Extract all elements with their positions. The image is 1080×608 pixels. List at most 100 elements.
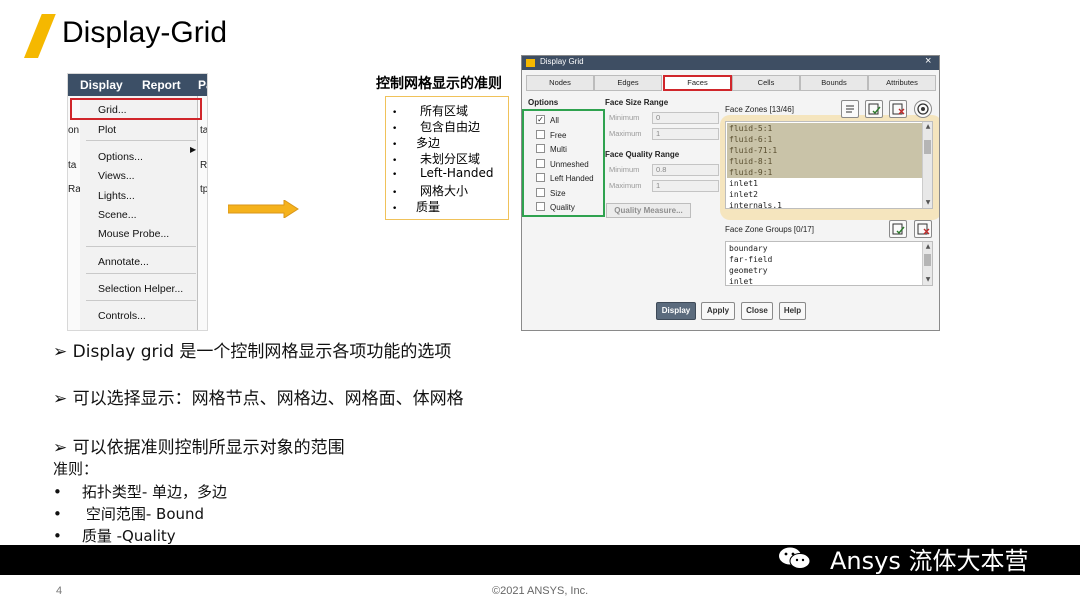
scroll-up-icon[interactable]: ▲ (923, 242, 932, 252)
right-arrow-icon (228, 200, 299, 218)
face-size-min-field[interactable]: 0 (652, 112, 719, 124)
menu-item-lights[interactable]: Lights... (98, 190, 135, 202)
list-item[interactable]: fluid-6:1 (727, 134, 923, 145)
criteria-item: • 包含自由边 (392, 120, 481, 134)
apply-button[interactable]: Apply (701, 302, 735, 320)
scroll-up-icon[interactable]: ▲ (923, 122, 932, 132)
list-item[interactable]: fluid-71:1 (727, 145, 923, 156)
list-item[interactable]: inlet1 (729, 178, 758, 189)
criteria-line: • 空间范围- Bound (53, 505, 205, 523)
filter-icon[interactable] (914, 100, 932, 118)
menu-item-views[interactable]: Views... (98, 170, 135, 182)
scroll-down-icon[interactable]: ▼ (923, 198, 932, 208)
close-button[interactable]: Close (741, 302, 773, 320)
list-item[interactable]: far-field (729, 254, 772, 265)
list-item[interactable]: inlet2 (729, 189, 758, 200)
option-unmeshed[interactable]: Unmeshed (536, 159, 589, 169)
checkbox[interactable] (536, 130, 545, 140)
scroll-thumb[interactable] (924, 254, 931, 266)
display-button[interactable]: Display (656, 302, 696, 320)
list-item[interactable]: internals.1 (729, 200, 782, 208)
option-quality[interactable]: Quality (536, 202, 575, 212)
scroll-thumb[interactable] (924, 140, 931, 154)
option-all[interactable]: ✓ All (536, 115, 559, 125)
menu-bar-partial[interactable]: Pa (198, 78, 207, 92)
help-button[interactable]: Help (779, 302, 806, 320)
menu-separator (86, 140, 196, 141)
scrollbar[interactable]: ▲ ▼ (922, 122, 932, 208)
list-item[interactable]: geometry (729, 265, 768, 276)
wechat-icon (779, 547, 811, 569)
menu-item-options[interactable]: Options... (98, 151, 143, 163)
background-strip-right: ta R tp (198, 96, 208, 330)
scroll-down-icon[interactable]: ▼ (923, 275, 932, 285)
menu-bar-display[interactable]: Display (80, 78, 123, 92)
tab-edges[interactable]: Edges (594, 75, 662, 91)
menu-item-plot[interactable]: Plot (98, 124, 116, 136)
cut-off-text: Ra (68, 184, 81, 195)
bullet-arrow-icon: ➢ (53, 342, 68, 362)
field-label: Maximum (609, 129, 642, 138)
tab-attributes[interactable]: Attributes (868, 75, 936, 91)
option-left-handed[interactable]: Left Handed (536, 173, 594, 183)
menu-item-mouse-probe[interactable]: Mouse Probe... (98, 228, 169, 240)
menu-bar-report[interactable]: Report (142, 78, 181, 92)
list-item[interactable]: fluid-5:1 (727, 123, 923, 134)
option-size[interactable]: Size (536, 188, 566, 198)
grid-item-highlight-frame (70, 98, 202, 120)
tab-cells[interactable]: Cells (732, 75, 800, 91)
cut-off-text: ta (68, 160, 77, 171)
face-size-range-label: Face Size Range (605, 98, 669, 107)
close-icon[interactable]: × (925, 56, 931, 67)
face-size-max-field[interactable]: 1 (652, 128, 719, 140)
checkbox[interactable] (536, 173, 545, 183)
copyright: ©2021 ANSYS, Inc. (492, 585, 589, 597)
list-item[interactable]: fluid-8:1 (727, 156, 923, 167)
list-item[interactable]: boundary (729, 243, 768, 254)
tab-nodes[interactable]: Nodes (526, 75, 594, 91)
menu-item-selection-helper[interactable]: Selection Helper... (98, 283, 183, 295)
face-quality-range-label: Face Quality Range (605, 150, 680, 159)
app-icon (526, 59, 535, 67)
cut-off-text: R (200, 160, 208, 171)
menu-item-scene[interactable]: Scene... (98, 209, 137, 221)
bullet-arrow-icon: ➢ (53, 389, 68, 409)
dialog-titlebar: Display Grid × (522, 56, 939, 70)
scrollbar[interactable]: ▲ ▼ (922, 242, 932, 285)
face-quality-min-field[interactable]: 0.8 (652, 164, 719, 176)
select-all-icon[interactable] (841, 100, 859, 118)
criteria-line: • 质量 -Quality (53, 527, 176, 545)
list-item[interactable]: inlet (729, 276, 753, 285)
field-label: Maximum (609, 181, 642, 190)
footer-watermark: Ansys 流体大本营 (830, 547, 1029, 575)
checkbox[interactable] (536, 159, 545, 169)
slide-title: Display-Grid (62, 16, 228, 49)
option-multi[interactable]: Multi (536, 144, 567, 154)
display-grid-dialog: Display Grid × Nodes Edges Faces Cells B… (521, 55, 940, 331)
deselect-all-icon[interactable] (889, 100, 907, 118)
checkbox[interactable]: ✓ (536, 115, 545, 125)
select-checked-icon[interactable] (865, 100, 883, 118)
options-group-highlight: ✓ All Free Multi Unmeshed Left Handed Siz… (522, 109, 605, 217)
criteria-line: • 拓扑类型- 单边，多边 (53, 483, 228, 501)
tab-faces[interactable]: Faces (663, 75, 732, 91)
menu-item-annotate[interactable]: Annotate... (98, 256, 149, 268)
quality-measure-button[interactable]: Quality Measure... (606, 203, 691, 218)
deselect-all-icon[interactable] (914, 220, 932, 238)
list-item[interactable]: fluid-9:1 (727, 167, 923, 178)
criteria-item: • 网格大小 (392, 184, 469, 198)
option-free[interactable]: Free (536, 130, 566, 140)
checkbox[interactable] (536, 202, 545, 212)
menu-separator (86, 300, 196, 301)
checkbox[interactable] (536, 188, 545, 198)
title-accent-bar (24, 14, 56, 58)
bullet-line-3: ➢ 可以依据准则控制所显示对象的范围 (53, 438, 345, 458)
face-quality-max-field[interactable]: 1 (652, 180, 719, 192)
tab-bounds[interactable]: Bounds (800, 75, 868, 91)
menu-item-controls[interactable]: Controls... (98, 310, 146, 322)
face-zones-list[interactable]: fluid-5:1 fluid-6:1 fluid-71:1 fluid-8:1… (725, 121, 933, 209)
face-zone-groups-list[interactable]: boundary far-field geometry inlet ▲ ▼ (725, 241, 933, 286)
select-checked-icon[interactable] (889, 220, 907, 238)
checkbox[interactable] (536, 144, 545, 154)
submenu-arrow-icon: ▶ (190, 145, 197, 154)
